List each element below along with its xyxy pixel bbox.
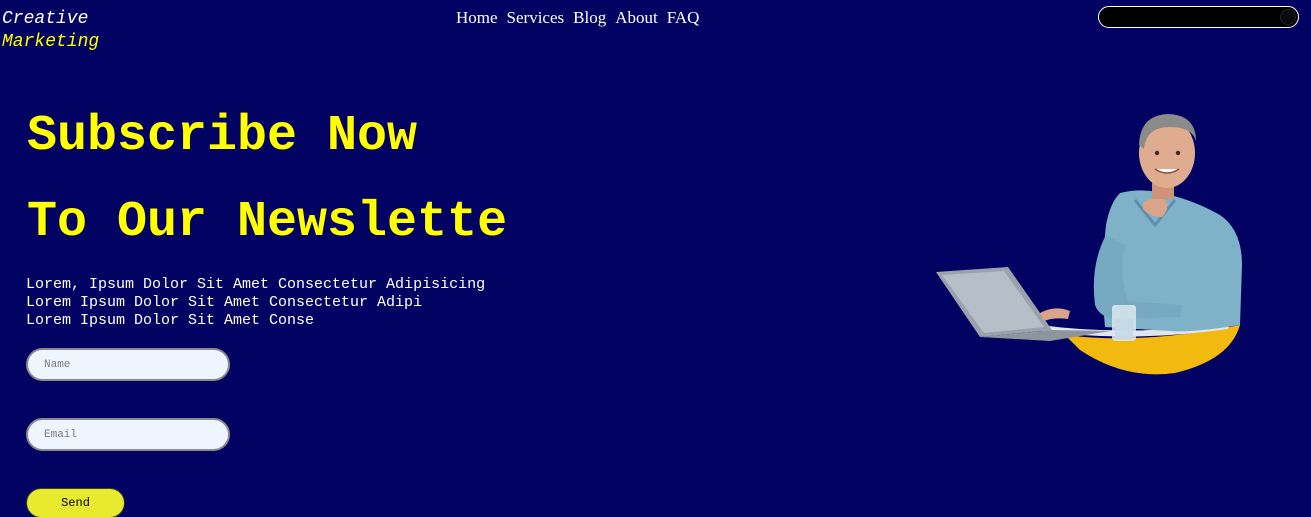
search-button-icon[interactable] <box>1280 9 1296 25</box>
brand-line2: Marketing <box>2 32 100 52</box>
description-line: Lorem, Ipsum Dolor Sit Amet Consectetur … <box>26 276 486 293</box>
name-field[interactable] <box>26 348 230 381</box>
hero-title-line1: Subscribe Now <box>27 108 418 165</box>
page: Creative Marketing Home Services Blog Ab… <box>0 0 1311 517</box>
hero-person-illustration <box>936 114 1242 375</box>
nav-home[interactable]: Home <box>456 8 498 28</box>
hero-title-line2: To Our Newslette <box>27 194 508 251</box>
hero-description: Lorem, Ipsum Dolor Sit Amet Consectetur … <box>26 276 485 330</box>
brand-line1: Creative <box>2 9 89 29</box>
nav-blog[interactable]: Blog <box>573 8 606 28</box>
description-line: Lorem Ipsum Dolor Sit Amet Consectetur A… <box>26 294 423 311</box>
brand-logo[interactable]: Creative Marketing <box>2 8 99 54</box>
description-line: Lorem Ipsum Dolor Sit Amet Conse <box>26 312 315 329</box>
nav-services[interactable]: Services <box>507 8 565 28</box>
send-button[interactable]: Send <box>26 488 125 517</box>
search-bar <box>1098 6 1299 28</box>
nav-faq[interactable]: FAQ <box>667 8 700 28</box>
nav-about[interactable]: About <box>615 8 658 28</box>
search-input[interactable] <box>1107 8 1271 27</box>
email-field[interactable] <box>26 418 230 451</box>
main-nav: Home Services Blog About FAQ <box>456 8 699 28</box>
